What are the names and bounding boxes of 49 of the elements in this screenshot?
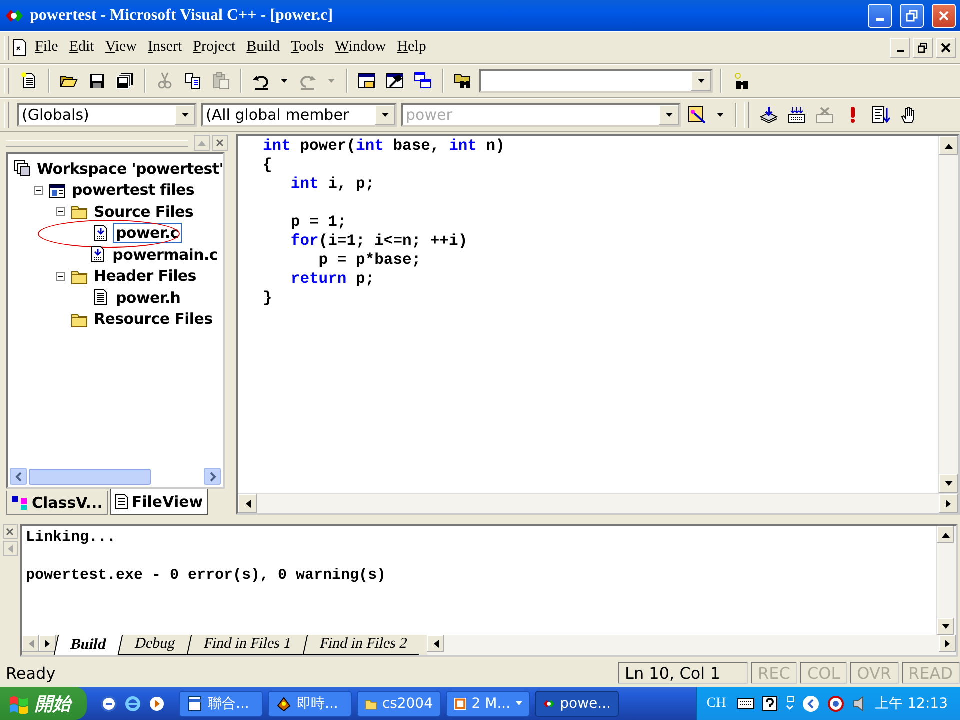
panel-tab[interactable]: ClassV... [6, 491, 108, 515]
output-tab[interactable]: Build [54, 635, 122, 655]
taskbar-button[interactable]: powe... [535, 690, 619, 716]
tree-item[interactable]: power.h [113, 288, 184, 308]
code-line: int i, p; [290, 175, 376, 194]
code-line: p = p*base; [318, 251, 422, 270]
menu-item[interactable]: Project [189, 37, 240, 58]
tree-item[interactable]: Header Files [91, 266, 200, 286]
output-tab[interactable]: Find in Files 1 [186, 635, 308, 655]
status-indicator: REC [751, 662, 798, 684]
status-indicator: COL [800, 662, 848, 684]
taskbar-button[interactable]: 即時... [268, 690, 352, 716]
tree-item[interactable]: Workspace 'powertest' [34, 158, 227, 179]
output-line: Linking... [26, 528, 118, 547]
tree-item[interactable]: Source Files [91, 202, 197, 222]
code-line: } [263, 289, 274, 308]
output-tab[interactable]: Find in Files 2 [303, 635, 424, 655]
filter-combo[interactable]: (All global member [201, 103, 397, 127]
status-indicator: READ [902, 662, 960, 684]
menu-item[interactable]: Edit [65, 37, 98, 58]
status-text: Ready [6, 664, 57, 682]
window-title: powertest - Microsoft Visual C++ - [power.c] [30, 6, 334, 24]
taskbar-button[interactable]: 聯合... [179, 690, 263, 716]
menu-item[interactable]: Window [331, 37, 390, 58]
code-line: { [263, 156, 274, 175]
code-line: p = 1; [290, 213, 348, 232]
tree-item[interactable]: Resource Files [91, 309, 216, 330]
code-line: return p; [290, 270, 376, 289]
panel-tab[interactable]: FileView [110, 489, 208, 515]
tree-item[interactable]: powertest files [69, 180, 198, 200]
output-line: powertest.exe - 0 error(s), 0 warning(s) [26, 566, 388, 585]
menu-item[interactable]: Help [393, 37, 430, 58]
clock: 上午 12:13 [875, 694, 948, 712]
start-button[interactable]: 開始 [0, 687, 87, 720]
menu-item[interactable]: Tools [287, 37, 328, 58]
tree-item[interactable]: power.c [113, 223, 182, 244]
menu-item[interactable]: Build [242, 37, 284, 58]
class-combo[interactable]: (Globals) [17, 103, 197, 127]
code-line: int power(int base, int n) [263, 137, 506, 156]
status-indicator: OVR [850, 662, 898, 684]
taskbar-button[interactable]: 2 M... [446, 690, 530, 716]
menu-item[interactable]: Insert [144, 37, 186, 58]
cursor-position: Ln 10, Col 1 [618, 662, 748, 684]
taskbar-button[interactable]: cs2004 [357, 690, 441, 716]
tree-item[interactable]: powermain.c [110, 244, 221, 265]
code-line: for(i=1; i<=n; ++i) [290, 232, 469, 251]
menu-item[interactable]: File [31, 37, 62, 58]
menu-item[interactable]: View [101, 37, 141, 58]
output-tab[interactable]: Debug [118, 635, 192, 655]
